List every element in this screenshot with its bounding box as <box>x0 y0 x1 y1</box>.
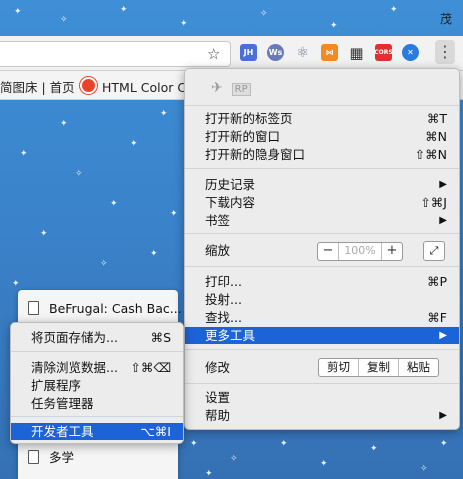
menu-item-more-tools[interactable]: 更多工具 ▶ <box>185 327 459 344</box>
menu-separator <box>11 416 183 417</box>
menu-item-incognito[interactable]: 打开新的隐身窗口 ⇧⌘N <box>185 146 459 163</box>
address-bar[interactable]: ☆ <box>0 41 231 67</box>
menu-separator <box>185 105 459 106</box>
chrome-main-menu: ✈ RP 打开新的标签页 ⌘T 打开新的窗口 ⌘N 打开新的隐身窗口 ⇧⌘N 历史记录… <box>184 68 460 430</box>
zoom-control: − 100% + <box>317 242 403 261</box>
document-icon <box>28 450 39 464</box>
menu-separator <box>185 266 459 267</box>
bookmark-item-html-color[interactable]: HTML Color Co <box>80 77 194 95</box>
menu-item-cast[interactable]: 投射... <box>185 291 459 308</box>
extension-orange-icon[interactable]: ⋈ <box>321 44 338 61</box>
folder-list-item[interactable]: BeFrugal: Cash Bac... <box>28 301 182 316</box>
menu-item-edit: 修改 剪切 复制 粘贴 <box>185 358 459 377</box>
menu-separator <box>185 233 459 234</box>
plane-icon: ✈ <box>211 80 223 96</box>
extension-react-icon[interactable]: ⚛ <box>294 44 311 61</box>
title-bar: 茂 <box>0 0 463 36</box>
menu-item-zoom: 缩放 − 100% + ⤢ <box>185 241 459 261</box>
document-icon <box>28 301 39 315</box>
browser-toolbar: ☆ JH Ws ⚛ ⋈ ▦ CORS ✕ ⋮ <box>0 36 463 71</box>
menu-separator <box>11 351 183 352</box>
zoom-in-button[interactable]: + <box>382 243 402 260</box>
paste-button[interactable]: 粘贴 <box>398 359 438 376</box>
submenu-item-extensions[interactable]: 扩展程序 <box>11 377 183 394</box>
folder-item-label: 多学 <box>49 450 75 465</box>
extension-ws-icon[interactable]: Ws <box>267 44 284 61</box>
menu-item-downloads[interactable]: 下载内容 ⇧⌘J <box>185 194 459 211</box>
folder-item-label: BeFrugal: Cash Bac... <box>49 301 182 316</box>
menu-item-find[interactable]: 查找... ⌘F <box>185 309 459 326</box>
menu-item-settings[interactable]: 设置 <box>185 389 459 406</box>
menu-separator <box>185 383 459 384</box>
submenu-arrow-icon: ▶ <box>439 410 447 421</box>
extension-jh-icon[interactable]: JH <box>240 44 257 61</box>
menu-item-new-tab[interactable]: 打开新的标签页 ⌘T <box>185 110 459 127</box>
fullscreen-icon[interactable]: ⤢ <box>423 241 445 261</box>
html-color-icon <box>80 77 97 94</box>
submenu-arrow-icon: ▶ <box>439 330 447 341</box>
bookmark-star-icon[interactable]: ☆ <box>207 45 220 63</box>
rp-icon: RP <box>231 83 251 96</box>
menu-kebab-icon[interactable]: ⋮ <box>435 40 455 64</box>
menu-item-help[interactable]: 帮助 ▶ <box>185 407 459 424</box>
extension-blue-icon[interactable]: ✕ <box>402 44 419 61</box>
bookmark-label: HTML Color Co <box>102 80 194 95</box>
menu-separator <box>185 349 459 350</box>
more-tools-submenu: 将页面存储为... ⌘S 清除浏览数据... ⇧⌘⌫ 扩展程序 任务管理器 开发者工… <box>10 322 184 444</box>
extension-qrcode-icon[interactable]: ▦ <box>348 44 365 62</box>
submenu-arrow-icon: ▶ <box>439 179 447 190</box>
zoom-out-button[interactable]: − <box>318 243 338 260</box>
submenu-item-task-manager[interactable]: 任务管理器 <box>11 395 183 412</box>
submenu-item-dev-tools[interactable]: 开发者工具 ⌥⌘I <box>11 423 183 440</box>
extension-cors-icon[interactable]: CORS <box>374 44 393 61</box>
submenu-item-clear-data[interactable]: 清除浏览数据... ⇧⌘⌫ <box>11 359 183 376</box>
bookmark-item[interactable]: 简图床 | 首页 <box>0 77 75 96</box>
menu-header-icons: ✈ RP <box>211 80 251 96</box>
edit-buttons: 剪切 复制 粘贴 <box>318 358 439 377</box>
folder-list-item[interactable]: 多学 <box>28 447 74 466</box>
zoom-level: 100% <box>338 243 382 260</box>
submenu-arrow-icon: ▶ <box>439 215 447 226</box>
profile-name[interactable]: 茂 <box>440 10 452 27</box>
menu-item-history[interactable]: 历史记录 ▶ <box>185 176 459 193</box>
copy-button[interactable]: 复制 <box>358 359 398 376</box>
menu-item-bookmarks[interactable]: 书签 ▶ <box>185 212 459 229</box>
cut-button[interactable]: 剪切 <box>319 359 358 376</box>
menu-item-new-window[interactable]: 打开新的窗口 ⌘N <box>185 128 459 145</box>
submenu-item-save-page[interactable]: 将页面存储为... ⌘S <box>11 329 183 346</box>
menu-item-print[interactable]: 打印... ⌘P <box>185 273 459 290</box>
menu-separator <box>185 168 459 169</box>
